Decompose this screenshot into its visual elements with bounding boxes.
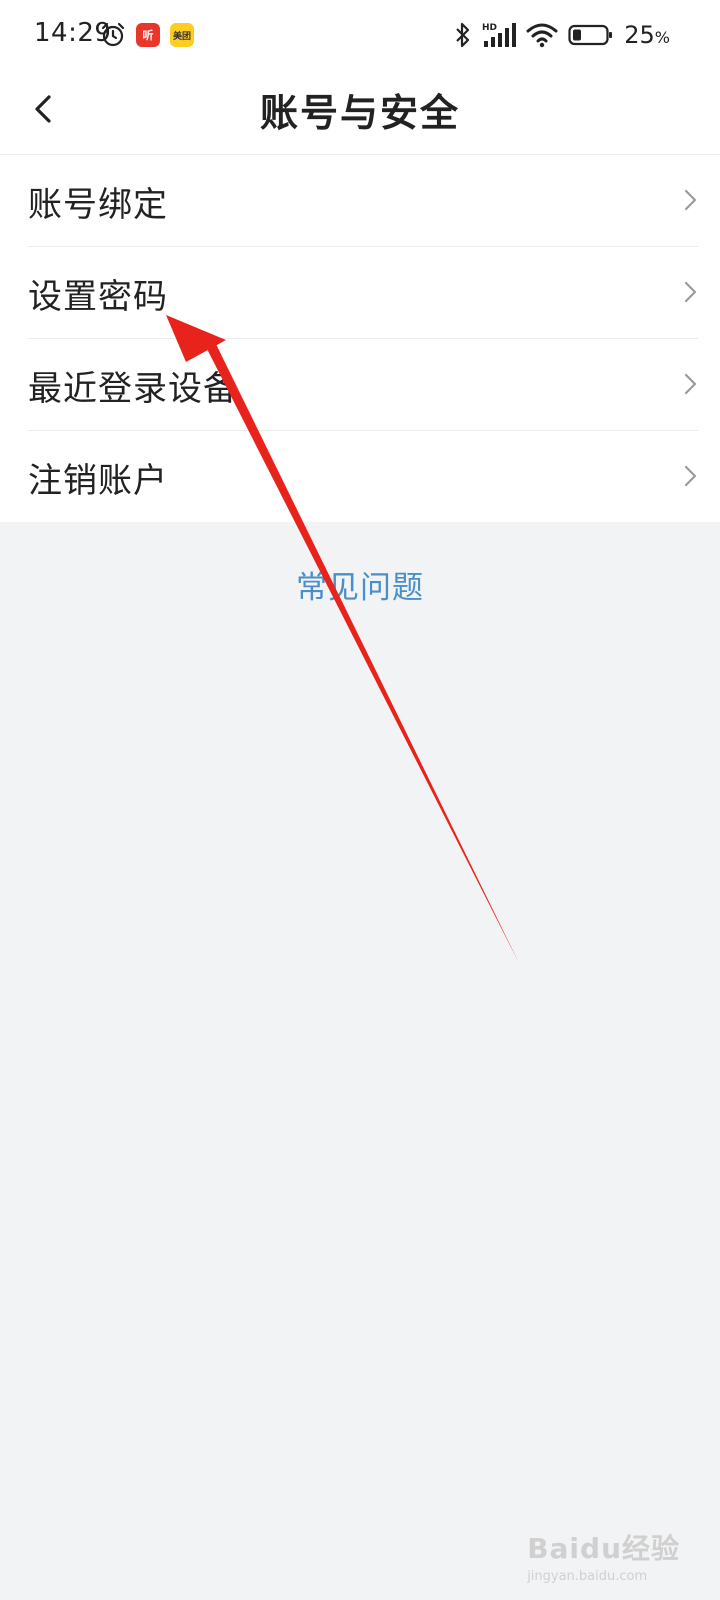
nav-header: 账号与安全: [0, 70, 720, 155]
watermark-url: jingyan.baidu.com: [527, 1569, 648, 1584]
watermark-logo: Baidu经验: [527, 1532, 680, 1565]
menu-item-label: 设置密码: [28, 277, 168, 317]
chevron-right-icon: [684, 189, 697, 211]
alarm-clock-icon: [101, 22, 125, 47]
meituan-app-icon: 美团: [170, 23, 194, 47]
chevron-right-icon: [684, 373, 697, 395]
menu-item-label: 账号绑定: [28, 185, 168, 225]
chevron-right-icon: [684, 281, 697, 303]
battery-icon: [568, 24, 613, 46]
status-bar: 14:29 听 美团 HD 25%: [0, 0, 720, 70]
menu-item-label: 最近登录设备: [28, 369, 238, 409]
wifi-icon: [526, 23, 558, 48]
network-type-label: HD: [482, 23, 497, 33]
status-notification-icons: 听 美团: [100, 20, 194, 50]
battery-percent: 25%: [624, 21, 670, 49]
faq-link[interactable]: 常见问题: [0, 562, 720, 607]
ximalaya-app-icon: 听: [136, 23, 160, 47]
bluetooth-icon: [456, 22, 470, 48]
status-system-icons: HD 25%: [444, 18, 670, 52]
chevron-right-icon: [684, 465, 697, 487]
watermark: Baidu经验 jingyan.baidu.com: [527, 1527, 680, 1584]
menu-item-delete-account[interactable]: 注销账户: [28, 431, 698, 522]
menu-item-recent-devices[interactable]: 最近登录设备: [28, 339, 698, 431]
menu-item-set-password[interactable]: 设置密码: [28, 247, 698, 339]
cellular-signal-icon: HD: [482, 23, 517, 47]
menu-item-label: 注销账户: [28, 461, 168, 501]
menu-item-account-binding[interactable]: 账号绑定: [28, 155, 698, 247]
page-title: 账号与安全: [259, 91, 460, 135]
settings-list: 账号绑定 设置密码 最近登录设备 注销账户: [0, 155, 720, 522]
